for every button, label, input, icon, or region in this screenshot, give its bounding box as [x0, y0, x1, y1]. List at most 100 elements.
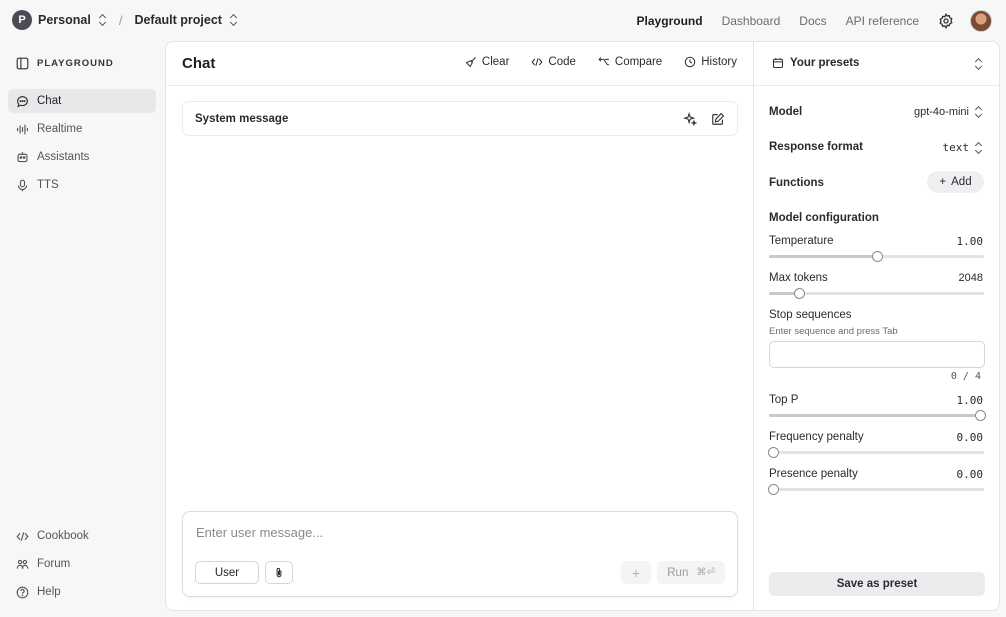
response-format-value: text	[942, 141, 970, 154]
frequency-penalty-slider[interactable]	[768, 447, 984, 458]
frequency-penalty-value[interactable]: 0.00	[957, 431, 984, 444]
nav-dashboard[interactable]: Dashboard	[722, 14, 781, 28]
stop-sequences-input[interactable]	[769, 341, 985, 368]
microphone-icon	[17, 179, 28, 191]
slider-thumb[interactable]	[974, 410, 986, 421]
run-shortcut: ⌘⏎	[696, 567, 715, 578]
sidebar-item-forum[interactable]: Forum	[8, 552, 156, 576]
top-nav: Playground Dashboard Docs API reference	[637, 0, 1006, 41]
presets-text: Your presets	[790, 57, 860, 69]
chat-header: Chat Clear Code Compare History	[166, 42, 753, 86]
max-tokens-value[interactable]: 2048	[959, 272, 983, 284]
sidebar-title: PLAYGROUND	[37, 58, 114, 69]
nav-docs[interactable]: Docs	[799, 14, 826, 28]
model-label: Model	[769, 106, 803, 118]
slider-thumb[interactable]	[768, 447, 780, 458]
sparkle-icon[interactable]	[683, 112, 697, 126]
sidebar-item-label: TTS	[37, 179, 59, 191]
presence-penalty-label: Presence penalty	[769, 468, 858, 480]
sidebar-item-chat[interactable]: Chat	[8, 89, 156, 113]
temperature-slider[interactable]	[769, 251, 984, 262]
presence-penalty-value[interactable]: 0.00	[957, 468, 984, 481]
sidebar-item-label: Help	[37, 586, 61, 598]
org-avatar[interactable]: P	[12, 10, 32, 30]
sidebar-item-help[interactable]: Help	[8, 580, 156, 604]
chat-actions: Clear Code Compare History	[465, 56, 737, 68]
clear-label: Clear	[481, 56, 510, 68]
temperature-value[interactable]: 1.00	[957, 235, 984, 248]
presets-chevron-icon[interactable]	[975, 58, 983, 70]
system-message-box[interactable]: System message	[182, 101, 738, 136]
max-tokens-label: Max tokens	[769, 272, 828, 284]
chat-panel: Chat Clear Code Compare History System m…	[165, 41, 753, 611]
sidebar-item-realtime[interactable]: Realtime	[8, 117, 156, 141]
run-button[interactable]: Run ⌘⏎	[657, 561, 725, 584]
sidebar-item-label: Cookbook	[37, 530, 89, 542]
role-toggle-button[interactable]: User	[195, 561, 259, 584]
workspace-switcher: P Personal / Default project	[12, 10, 238, 30]
sidebar: PLAYGROUND Chat Realtime Assistants TTS …	[0, 41, 165, 617]
slider-thumb[interactable]	[768, 484, 780, 495]
page-title: Chat	[182, 55, 216, 72]
settings-panel: Your presets Model gpt-4o-mini Response …	[753, 41, 1000, 611]
top-p-slider[interactable]	[769, 410, 986, 421]
presence-penalty-slider[interactable]	[768, 484, 984, 495]
sidebar-item-tts[interactable]: TTS	[8, 173, 156, 197]
system-message-label: System message	[195, 113, 289, 125]
history-button[interactable]: History	[684, 56, 737, 68]
code-label: Code	[548, 56, 576, 68]
compare-button[interactable]: Compare	[598, 56, 662, 68]
sidebar-item-assistants[interactable]: Assistants	[8, 145, 156, 169]
nav-playground[interactable]: Playground	[637, 14, 703, 28]
paperclip-icon	[276, 567, 282, 577]
sidebar-item-cookbook[interactable]: Cookbook	[8, 524, 156, 548]
top-bar: P Personal / Default project Playground …	[0, 0, 1006, 41]
model-configuration-heading: Model configuration	[769, 212, 879, 224]
temperature-label: Temperature	[769, 235, 834, 247]
top-p-label: Top P	[769, 394, 799, 406]
add-message-button[interactable]: +	[621, 561, 651, 584]
compare-label: Compare	[614, 56, 663, 68]
nav-api-reference[interactable]: API reference	[846, 14, 919, 28]
presets-selector[interactable]: Your presets	[754, 42, 999, 86]
user-message-input[interactable]: Enter user message...	[196, 525, 323, 540]
gear-icon[interactable]	[938, 12, 954, 29]
edit-icon[interactable]	[711, 112, 725, 126]
sidebar-toggle-icon[interactable]	[16, 57, 29, 70]
response-format-select[interactable]: text	[943, 141, 984, 154]
org-selector[interactable]: Personal	[38, 13, 91, 27]
project-chevron-icon[interactable]	[230, 14, 238, 26]
add-function-button[interactable]: + Add	[927, 171, 984, 193]
waveform-icon	[17, 124, 28, 134]
model-select[interactable]: gpt-4o-mini	[914, 106, 983, 118]
frequency-penalty-label: Frequency penalty	[769, 431, 864, 443]
model-chevron-icon	[975, 106, 983, 118]
code-icon	[531, 58, 543, 66]
functions-label: Functions	[769, 177, 824, 189]
org-chevron-icon[interactable]	[99, 14, 107, 26]
clear-button[interactable]: Clear	[465, 56, 509, 68]
broom-icon	[465, 57, 476, 68]
attach-button[interactable]	[265, 561, 293, 584]
help-circle-icon	[16, 586, 29, 598]
message-composer: Enter user message... User + Run ⌘⏎	[182, 511, 738, 597]
code-button[interactable]: Code	[531, 56, 576, 68]
project-selector[interactable]: Default project	[134, 13, 222, 27]
stop-sequences-label: Stop sequences	[769, 309, 852, 321]
history-label: History	[701, 56, 737, 68]
sidebar-item-label: Realtime	[37, 123, 83, 135]
slider-thumb[interactable]	[794, 288, 806, 299]
top-p-value[interactable]: 1.00	[957, 394, 984, 407]
add-label: Add	[951, 176, 972, 188]
plus-icon: +	[939, 176, 947, 188]
calendar-icon	[772, 58, 784, 69]
slider-thumb[interactable]	[871, 251, 883, 262]
save-preset-button[interactable]: Save as preset	[769, 572, 985, 596]
presets-label: Your presets	[772, 57, 859, 69]
stop-sequences-hint: Enter sequence and press Tab	[769, 326, 898, 337]
system-message-tools	[683, 112, 725, 126]
max-tokens-slider[interactable]	[769, 288, 984, 299]
stop-sequences-count: 0 / 4	[950, 371, 981, 382]
compare-icon	[598, 57, 609, 66]
user-avatar[interactable]	[970, 9, 992, 32]
